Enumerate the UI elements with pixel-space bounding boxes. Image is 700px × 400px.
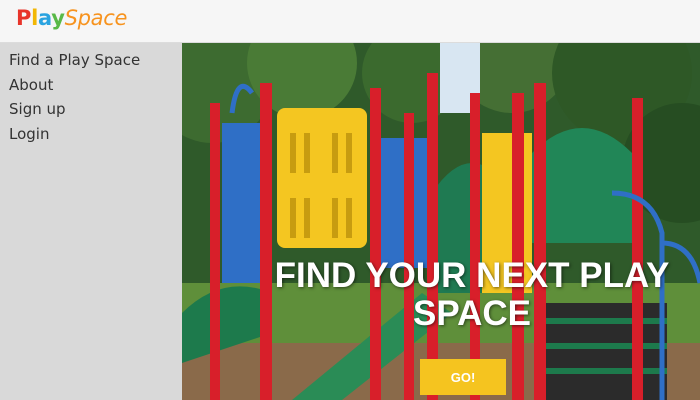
logo-play: Play xyxy=(16,6,65,30)
sidebar-nav: Find a Play Space About Sign up Login xyxy=(0,43,182,146)
sidebar-item-login[interactable]: Login xyxy=(0,122,182,147)
sidebar-item-find-play-space[interactable]: Find a Play Space xyxy=(0,48,182,73)
top-bar: PlaySpace xyxy=(0,0,700,43)
logo-space: Space xyxy=(64,6,128,30)
sidebar: Find a Play Space About Sign up Login xyxy=(0,43,182,400)
playground-photo xyxy=(182,43,700,400)
playspace-logo[interactable]: PlaySpace xyxy=(16,6,127,30)
sidebar-item-about[interactable]: About xyxy=(0,73,182,98)
hero-banner: FIND YOUR NEXT PLAY SPACE GO! xyxy=(182,43,700,400)
hero-heading: FIND YOUR NEXT PLAY SPACE xyxy=(274,256,670,333)
go-button[interactable]: GO! xyxy=(420,359,506,395)
sidebar-item-sign-up[interactable]: Sign up xyxy=(0,97,182,122)
